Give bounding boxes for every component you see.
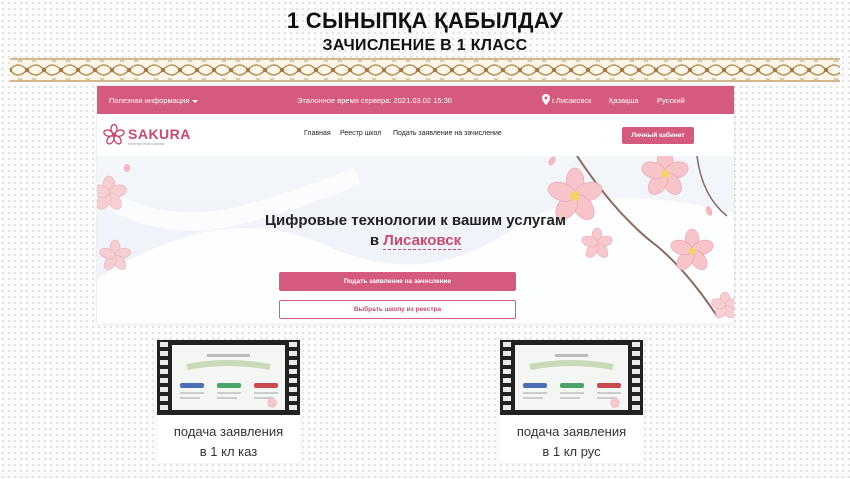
video-preview [172, 345, 285, 410]
nav-home[interactable]: Главная [304, 130, 331, 137]
logo-name[interactable]: SAKURA [128, 126, 191, 142]
location-pin-icon [542, 94, 550, 105]
chevron-down-icon [192, 99, 199, 103]
hero-city-line: в Лисаковск [97, 232, 734, 250]
choose-school-button[interactable]: Выбрать школу из реестра [279, 300, 516, 319]
server-time: Эталонное время сервера: 2021.03.02 15:3… [297, 96, 452, 105]
apply-button[interactable]: Подать заявление на зачисление [279, 272, 516, 291]
video-caption-line2: в 1 кл каз [199, 444, 258, 459]
useful-info-label: Полезная информация [109, 96, 190, 105]
top-bar: Полезная информация Эталонное время серв… [97, 86, 734, 114]
nav-apply[interactable]: Подать заявление на зачисление [393, 130, 502, 137]
cabinet-button[interactable]: Личный кабинет [622, 127, 694, 144]
film-frame-icon [157, 340, 300, 415]
lang-ru-link[interactable]: Русский [657, 96, 685, 105]
nav-registry[interactable]: Реестр школ [340, 130, 381, 137]
hero-section: Цифровые технологии к вашим услугам в Ли… [97, 156, 734, 324]
ornament-border [10, 58, 840, 82]
hero-city-link[interactable]: Лисаковск [383, 232, 462, 250]
lang-kz-link[interactable]: Қазақша [609, 96, 639, 105]
sakura-logo-icon [103, 124, 125, 145]
video-caption-line1: подача заявления [173, 424, 284, 439]
video-preview [515, 345, 628, 410]
useful-info-dropdown[interactable]: Полезная информация [109, 96, 199, 105]
video-caption-line2: в 1 кл рус [542, 444, 601, 459]
film-frame-icon [500, 340, 643, 415]
slide-subtitle: ЗАЧИСЛЕНИЕ В 1 КЛАСС [322, 37, 528, 54]
logo-tagline: электронная школа [128, 141, 165, 146]
hero-headline: Цифровые технологии к вашим услугам [265, 212, 566, 229]
website-screenshot: Полезная информация Эталонное время серв… [97, 86, 734, 324]
video-caption-line1: подача заявления [516, 424, 627, 439]
hero-prefix: в [369, 232, 380, 249]
video-thumbnail-kz[interactable]: подача заявления в 1 кл каз [157, 340, 300, 463]
main-navbar: SAKURA электронная школа Главная Реестр … [97, 114, 734, 154]
slide-title: 1 СЫНЫПҚА ҚАБЫЛДАУ [286, 8, 564, 33]
city-selector[interactable]: г.Лисаковск [552, 96, 591, 105]
video-thumbnail-ru[interactable]: подача заявления в 1 кл рус [500, 340, 643, 463]
